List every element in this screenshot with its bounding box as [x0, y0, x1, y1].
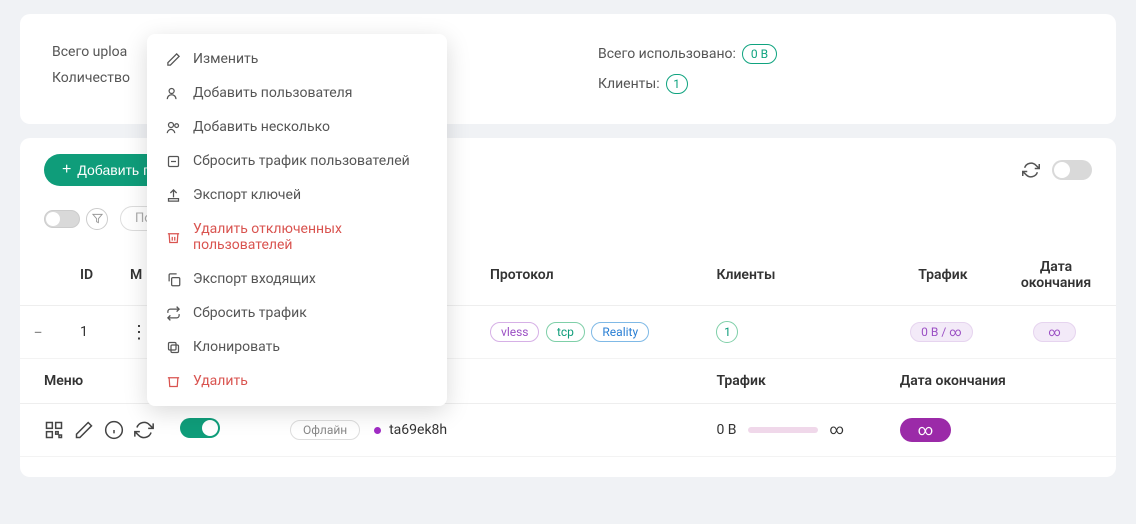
qr-icon[interactable]: [44, 420, 64, 440]
used-stat: Всего использовано: 0 B: [598, 44, 1084, 64]
users-icon: [165, 119, 181, 135]
menu-edit-label: Изменить: [193, 51, 258, 67]
menu-export-inbounds[interactable]: Экспорт входящих: [147, 262, 447, 296]
refresh-icon[interactable]: [1022, 161, 1040, 179]
plus-icon: +: [62, 162, 71, 178]
copy-icon: [165, 271, 181, 287]
upload-label: Всего uploa: [52, 44, 127, 60]
menu-export-keys[interactable]: Экспорт ключей: [147, 178, 447, 212]
menu-delete-depleted-label: Удалить отключенных пользователей: [193, 221, 429, 253]
edit-icon[interactable]: [74, 420, 94, 440]
client-traffic-bar: [748, 427, 818, 433]
clients-label: Клиенты:: [598, 76, 660, 92]
menu-delete-label: Удалить: [193, 373, 248, 389]
add-button-label: Добавить п: [77, 162, 150, 178]
client-actions: [44, 420, 160, 440]
retweet2-icon: [165, 305, 181, 321]
used-label: Всего использовано:: [598, 46, 736, 62]
client-dot-icon: [374, 427, 381, 434]
menu-reset-traffic[interactable]: Сбросить трафик: [147, 296, 447, 330]
menu-delete[interactable]: Удалить: [147, 364, 447, 398]
row-context-menu: Изменить Добавить пользователя Добавить …: [147, 34, 447, 406]
trash2-icon: [165, 373, 181, 389]
trash-icon: [165, 229, 181, 245]
cell-clients: 1: [716, 321, 738, 343]
menu-clone[interactable]: Клонировать: [147, 330, 447, 364]
sub-row: Офлайн ta69ek8h 0 B ∞ ∞: [20, 404, 1116, 457]
menu-reset-user-traffic-label: Сбросить трафик пользователей: [193, 153, 410, 169]
used-value-pill: 0 B: [742, 44, 777, 64]
clone-icon: [165, 339, 181, 355]
menu-add-user[interactable]: Добавить пользователя: [147, 76, 447, 110]
col-id: ID: [70, 245, 120, 306]
client-enable-toggle[interactable]: [180, 418, 220, 438]
client-expiry: ∞: [900, 418, 951, 442]
reset-icon[interactable]: [134, 420, 154, 440]
menu-add-user-label: Добавить пользователя: [193, 85, 352, 101]
menu-delete-depleted[interactable]: Удалить отключенных пользователей: [147, 212, 447, 262]
sub-col-traffic: Трафик: [706, 359, 889, 404]
user-plus-icon: [165, 85, 181, 101]
sub-col-expiry: Дата окончания: [890, 359, 1116, 404]
menu-add-bulk[interactable]: Добавить несколько: [147, 110, 447, 144]
row-menu-button[interactable]: ⋮: [130, 322, 144, 343]
col-traffic: Трафик: [890, 245, 996, 306]
row-expander[interactable]: −: [30, 323, 46, 342]
menu-edit[interactable]: Изменить: [147, 42, 447, 76]
menu-reset-user-traffic[interactable]: Сбросить трафик пользователей: [147, 144, 447, 178]
cell-expiry: ∞: [1033, 322, 1075, 342]
col-expiry: Дата окончания: [996, 245, 1116, 306]
funnel-icon[interactable]: [86, 208, 108, 230]
col-protocol: Протокол: [480, 245, 706, 306]
info-icon[interactable]: [104, 420, 124, 440]
retweet-icon: [165, 153, 181, 169]
tag-vless: vless: [490, 322, 539, 342]
tag-tcp: tcp: [546, 322, 585, 342]
client-online-status: Офлайн: [290, 420, 360, 440]
client-traffic-text: 0 B: [716, 422, 736, 438]
tag-reality: Reality: [591, 322, 649, 342]
menu-clone-label: Клонировать: [193, 339, 280, 355]
menu-add-bulk-label: Добавить несколько: [193, 119, 330, 135]
export-icon: [165, 187, 181, 203]
users-count-label: Количество: [52, 70, 130, 86]
cell-traffic: 0 B / ∞: [910, 322, 972, 342]
cell-protocol: vless tcp Reality: [480, 306, 706, 359]
pencil-icon: [165, 51, 181, 67]
auto-refresh-toggle[interactable]: [1052, 160, 1092, 180]
col-clients: Клиенты: [706, 245, 889, 306]
client-traffic-cell: 0 B ∞: [706, 404, 889, 457]
client-name: ta69ek8h: [389, 422, 447, 438]
clients-value-pill: 1: [666, 74, 688, 94]
menu-export-inbounds-label: Экспорт входящих: [193, 271, 316, 287]
filter-toggle[interactable]: [44, 210, 80, 228]
menu-reset-traffic-label: Сбросить трафик: [193, 305, 307, 321]
cell-id: 1: [70, 306, 120, 359]
clients-stat: Клиенты: 1: [598, 74, 1084, 94]
client-traffic-inf: ∞: [829, 422, 843, 438]
menu-export-keys-label: Экспорт ключей: [193, 187, 301, 203]
